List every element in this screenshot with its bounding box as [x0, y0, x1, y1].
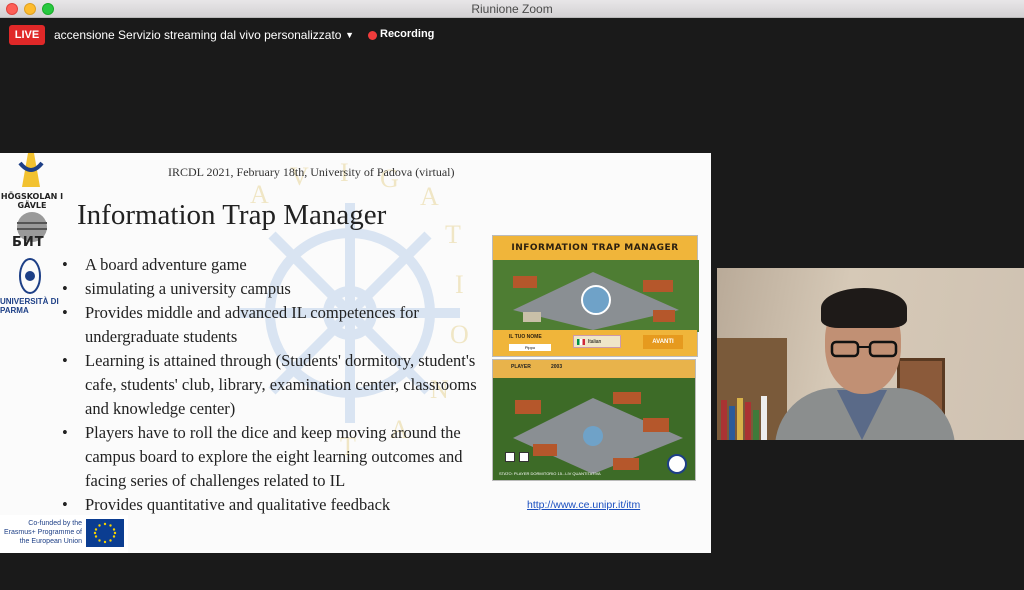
person-hair: [821, 288, 907, 328]
book: [721, 400, 727, 440]
recording-dot-icon: [368, 31, 377, 40]
book: [761, 396, 767, 440]
glasses-icon: [830, 340, 898, 358]
game-status-bar: PLAYER 2003: [493, 360, 695, 378]
dice-icon: [519, 452, 529, 462]
svg-text:A: A: [420, 182, 439, 211]
window-title: Riunione Zoom: [471, 2, 553, 16]
language-select: Italian: [573, 335, 621, 348]
slide-title: Information Trap Manager: [77, 199, 387, 231]
name-label: IL TUO NOME: [509, 334, 542, 340]
bullet-item: Players have to roll the dice and keep m…: [60, 421, 500, 493]
eu-flag-icon: [86, 519, 124, 547]
game-title: INFORMATION TRAP MANAGER: [493, 236, 697, 260]
book: [753, 410, 759, 440]
erasmus-logo: Co-funded by the Erasmus+ Programme of t…: [0, 515, 128, 553]
maximize-window-button[interactable]: [42, 3, 54, 15]
streaming-service-label: accensione Servizio streaming dal vivo p…: [54, 28, 342, 42]
close-window-button[interactable]: [6, 3, 18, 15]
slide-header: IRCDL 2021, February 18th, University of…: [168, 165, 455, 179]
year-value: 2003: [551, 364, 563, 370]
campus-map-icon: [513, 392, 687, 474]
hig-logo-text: HÖGSKOLAN I GÄVLE: [0, 192, 64, 210]
bullet-list: A board adventure game simulating a univ…: [60, 253, 500, 517]
game-start-screenshot: INFORMATION TRAP MANAGER IL TUO NOME Pip…: [492, 235, 699, 357]
bullet-item: Learning is attained through (Students' …: [60, 349, 500, 421]
streaming-service-dropdown[interactable]: accensione Servizio streaming dal vivo p…: [48, 23, 360, 47]
erasmus-text: Co-funded by the Erasmus+ Programme of t…: [4, 520, 82, 545]
bookshelf: [717, 338, 787, 440]
book: [729, 406, 735, 440]
language-value: Italian: [588, 339, 602, 345]
recording-label: Recording: [380, 28, 435, 40]
participant-video[interactable]: [717, 268, 1024, 440]
name-input: Pippo: [509, 344, 551, 351]
next-button: AVANTI: [643, 335, 683, 349]
bullet-item: Provides middle and advanced IL competen…: [60, 301, 500, 349]
player-label: PLAYER: [511, 364, 531, 370]
live-badge[interactable]: LIVE: [9, 25, 45, 45]
campus-board-icon: [493, 260, 699, 332]
parma-seal-icon: [19, 258, 41, 294]
minimize-window-button[interactable]: [24, 3, 36, 15]
bullet-item: simulating a university campus: [60, 277, 500, 301]
game-start-bar: IL TUO NOME Pippo Italian AVANTI: [493, 330, 697, 356]
game-board-screenshot: PLAYER 2003 STATO: PLAYER DORMITORIO 15.…: [492, 359, 696, 481]
game-status-text: STATO: PLAYER DORMITORIO 15...LIV QUANTI…: [499, 471, 601, 476]
window-titlebar: Riunione Zoom: [0, 0, 1024, 18]
hig-emblem-icon: [18, 153, 44, 187]
dice-icon: [505, 452, 515, 462]
italy-flag-icon: [577, 339, 585, 345]
book: [737, 398, 743, 440]
project-link[interactable]: http://www.ce.unipr.it/itm: [527, 499, 640, 511]
bnt-logo: БИТ: [12, 235, 45, 250]
caret-down-icon: ▼: [345, 30, 354, 40]
meeting-topbar: LIVE accensione Servizio streaming dal v…: [0, 19, 1024, 51]
bullet-item: A board adventure game: [60, 253, 500, 277]
bullet-item: Provides quantitative and qualitative fe…: [60, 493, 500, 517]
svg-text:T: T: [445, 220, 461, 249]
book: [745, 402, 751, 440]
shared-slide: AVIG ATIO NAT HÖGSKOLAN I GÄVLE БИТ UNIV…: [0, 153, 711, 553]
